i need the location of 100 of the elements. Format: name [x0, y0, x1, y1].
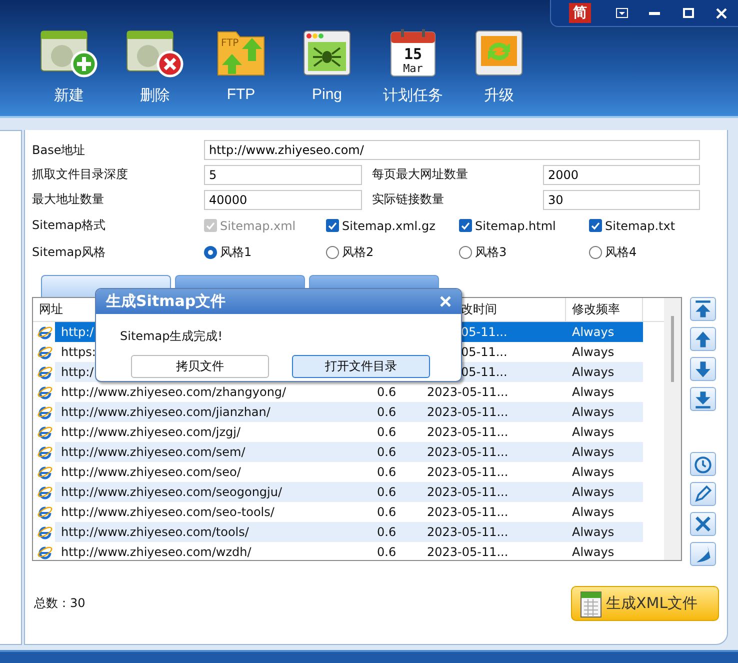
close-icon[interactable] [716, 8, 727, 18]
field-label: 每页最大网址数量 [372, 166, 469, 183]
radio-label[interactable]: 风格4 [605, 244, 637, 261]
time-cell-text: 05-11... [460, 344, 508, 361]
field-label: 抓取文件目录深度 [32, 166, 129, 183]
time-cell-text: 2023-05-11... [426, 384, 510, 401]
dialog-title: 生成Sitmap文件 [106, 292, 226, 311]
url-cell: http://www.zhiyeseo.com/tools/ [55, 522, 371, 542]
frequency-cell-text: Always [571, 384, 616, 401]
frequency-cell: Always [566, 322, 643, 342]
dropdown-icon[interactable] [616, 8, 628, 18]
column-header[interactable]: 改时间 [461, 301, 497, 318]
time-cell-text: 2023-05-11... [426, 504, 510, 521]
priority-cell-text: 0.6 [376, 504, 398, 521]
priority-cell: 0.6 [371, 522, 421, 542]
priority-cell: 0.6 [371, 482, 421, 502]
move-top-button[interactable] [690, 297, 716, 321]
checkbox[interactable] [326, 219, 339, 232]
radio-label[interactable]: 风格3 [475, 244, 507, 261]
checkbox[interactable] [459, 219, 472, 232]
browser-e-icon [37, 464, 53, 480]
url-cell-text: https: [60, 344, 97, 361]
scrollbar[interactable] [664, 298, 681, 560]
toolbar-button[interactable]: Ping [284, 28, 370, 105]
frequency-cell: Always [566, 522, 643, 542]
priority-cell-text: 0.6 [376, 544, 398, 560]
time-cell-text: 2023-05-11... [426, 464, 510, 481]
dialog-message: Sitemap生成完成! [119, 328, 224, 345]
url-cell-text: http://www.zhiyeseo.com/seo/ [60, 464, 242, 481]
checkbox-label[interactable]: Sitemap.txt [605, 218, 676, 232]
move-up-button[interactable] [690, 327, 716, 351]
browser-e-icon [37, 484, 53, 500]
total-count: 总数：30 [34, 595, 86, 612]
radio-label[interactable]: 风格2 [342, 244, 374, 261]
radio-button[interactable] [204, 246, 217, 259]
url-cell: http://www.zhiyeseo.com/jianzhan/ [55, 402, 371, 422]
time-cell-text: 2023-05-11... [426, 544, 510, 560]
frequency-cell: Always [566, 402, 643, 422]
input-field[interactable]: 2000 [543, 164, 700, 184]
browser-e-icon [37, 384, 53, 400]
field-label: Sitemap风格 [32, 244, 107, 261]
generate-xml-button[interactable]: 生成XML文件 [571, 586, 719, 621]
url-cell-text: http://www.zhiyeseo.com/zhangyong/ [60, 384, 288, 401]
toolbar-button[interactable]: 删除 [112, 28, 198, 105]
browser-e-icon [37, 504, 53, 520]
checkbox[interactable] [589, 219, 602, 232]
url-cell: http://www.zhiyeseo.com/seogongju/ [55, 482, 371, 502]
window-add-icon [40, 28, 98, 78]
browser-e-icon [37, 444, 53, 460]
input-field[interactable]: 30 [543, 190, 700, 210]
url-cell-text: http://www.zhiyeseo.com/wzdh/ [60, 544, 252, 560]
checkbox-label[interactable]: Sitemap.xml.gz [342, 218, 436, 232]
frequency-cell-text: Always [571, 424, 616, 441]
toolbar-button[interactable]: 15 Mar 计划任务 [370, 28, 456, 105]
radio-button[interactable] [326, 246, 339, 259]
column-header[interactable]: 修改频率 [572, 301, 620, 318]
input-field[interactable]: 5 [204, 164, 362, 184]
dialog-button[interactable]: 打开文件目录 [292, 355, 430, 378]
toolbar-button[interactable]: 升级 [456, 28, 542, 105]
radio-label[interactable]: 风格1 [220, 244, 252, 261]
toolbar-button[interactable]: FTP FTP [198, 28, 284, 105]
toolbar-button[interactable]: 新建 [26, 28, 112, 105]
time-cell-text: 2023-05-11... [426, 424, 510, 441]
pencil-button[interactable] [690, 482, 716, 506]
spreadsheet-icon [580, 590, 602, 618]
close-button[interactable] [690, 512, 716, 536]
radio-button[interactable] [459, 246, 472, 259]
pencil-icon [692, 483, 714, 505]
radio-button[interactable] [589, 246, 602, 259]
window-remove-icon [126, 28, 184, 78]
move-bottom-button[interactable] [690, 387, 716, 411]
frequency-cell: Always [566, 442, 643, 462]
broom-button[interactable] [690, 542, 716, 566]
browser-e-icon [37, 324, 53, 340]
priority-cell-text: 0.6 [376, 464, 398, 481]
language-button[interactable]: 简 [569, 3, 591, 23]
frequency-cell: Always [566, 482, 643, 502]
move-down-button[interactable] [690, 357, 716, 381]
maximize-icon[interactable] [682, 8, 694, 18]
frequency-cell-text: Always [571, 464, 616, 481]
field-label: Sitemap格式 [32, 217, 107, 234]
field-label: 实际链接数量 [372, 191, 445, 208]
clock-button[interactable] [690, 452, 716, 476]
minimize-icon[interactable] [649, 12, 660, 14]
priority-cell-text: 0.6 [376, 424, 398, 441]
browser-e-icon [37, 344, 53, 360]
column-header[interactable]: 网址 [39, 301, 63, 318]
url-cell: http://www.zhiyeseo.com/sem/ [55, 442, 371, 462]
frequency-cell-text: Always [571, 504, 616, 521]
time-cell: 2023-05-11... [421, 402, 566, 422]
browser-e-icon [37, 544, 53, 560]
priority-cell: 0.6 [371, 442, 421, 462]
browser-e-icon [37, 364, 53, 380]
browser-e-icon [37, 424, 53, 440]
field-label: 最大地址数量 [32, 191, 105, 208]
input-field[interactable]: 40000 [204, 190, 362, 210]
checkbox-label[interactable]: Sitemap.html [475, 218, 556, 232]
dialog-button[interactable]: 拷贝文件 [131, 355, 269, 378]
time-cell: 2023-05-11... [421, 522, 566, 542]
input-field[interactable]: http://www.zhiyeseo.com/ [204, 140, 700, 160]
